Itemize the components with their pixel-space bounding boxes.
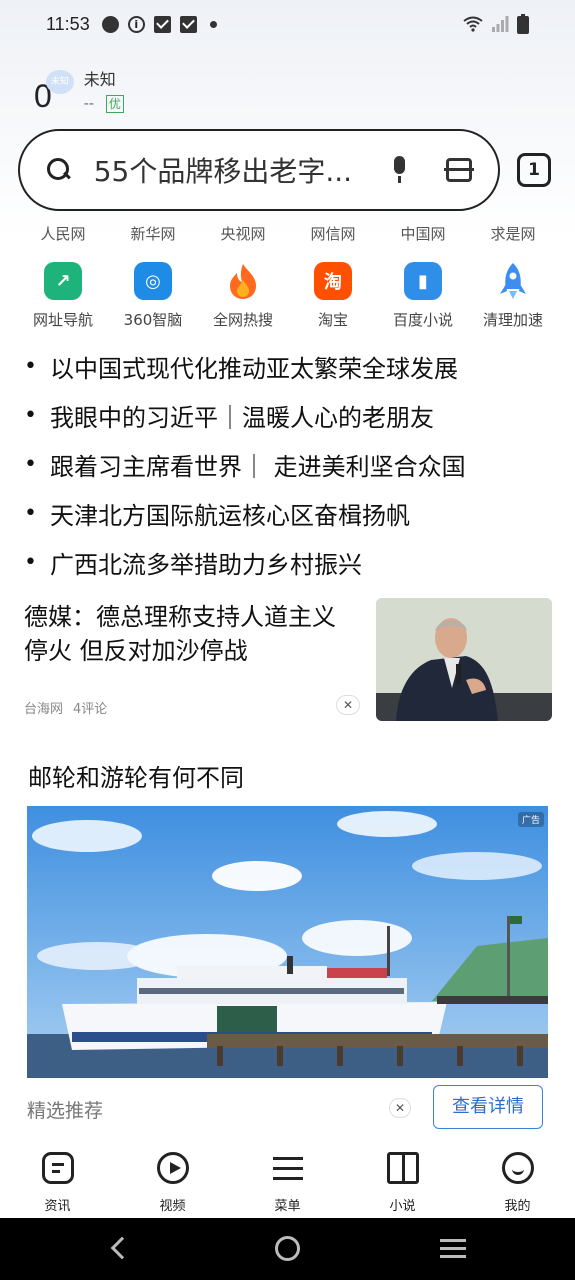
speed-icon (101, 15, 119, 33)
ad-badge: 广告 (517, 812, 544, 827)
quick-link[interactable]: 央视网 (198, 223, 288, 244)
app-label: 网址导航 (32, 311, 93, 329)
app-label: 全网热搜 (212, 311, 273, 329)
app-shortcut[interactable]: 清理加速 (468, 262, 558, 330)
news-source: 台海网 (24, 702, 64, 717)
nav-label: 资讯 (44, 1199, 71, 1214)
nav-label: 我的 (504, 1199, 531, 1214)
book-icon (386, 1152, 419, 1184)
headline-item[interactable]: 以中国式现代化推动亚太繁荣全球发展 (24, 342, 554, 391)
headline-item[interactable]: 我眼中的习近平｜温暖人心的老朋友 (24, 391, 554, 440)
wifi-icon (463, 16, 483, 32)
ai-brain-icon: ◎ (134, 262, 172, 300)
ad-footer-label: 精选推荐 (27, 1100, 104, 1122)
app-label: 淘宝 (317, 311, 348, 329)
back-icon[interactable] (110, 1236, 134, 1260)
quick-link[interactable]: 人民网 (18, 223, 108, 244)
nav-profile[interactable]: 我的 (460, 1140, 575, 1218)
nav-novel[interactable]: 小说 (345, 1140, 460, 1218)
info-icon: i (127, 15, 145, 33)
ad-title[interactable]: 邮轮和游轮有何不同 (28, 758, 244, 793)
news-icon (41, 1152, 74, 1184)
system-navigation-bar (0, 1218, 575, 1280)
app-shortcuts: ↗ 网址导航 ◎ 360智脑 全网热搜 淘 淘宝 ▮ 百度小说 清理加速 (18, 262, 558, 330)
nav-label: 菜单 (274, 1199, 301, 1214)
weather-widget[interactable]: 0 未知 未知 -- 优 (34, 68, 124, 118)
headline-item[interactable]: 天津北方国际航运核心区奋楫扬帆 (24, 489, 554, 538)
headline-item[interactable]: 跟着习主席看世界｜ 走进美利坚合众国 (24, 440, 554, 489)
profile-icon (501, 1152, 534, 1184)
taobao-icon: 淘 (314, 262, 352, 300)
nav-news[interactable]: 资讯 (0, 1140, 115, 1218)
compass-icon: ↗ (44, 262, 82, 300)
microphone-icon[interactable] (390, 156, 408, 184)
app-label: 百度小说 (392, 311, 453, 329)
status-bar: 11:53 i (0, 0, 575, 48)
app-shortcut[interactable]: ◎ 360智脑 (108, 262, 198, 330)
quick-links: 人民网 新华网 央视网 网信网 中国网 求是网 (18, 223, 558, 244)
menu-icon (272, 1152, 304, 1184)
weather-icon: 未知 (45, 70, 74, 94)
quick-link[interactable]: 中国网 (378, 223, 468, 244)
search-input[interactable]: 55个品牌移出老字... (94, 150, 371, 190)
signal-icon (492, 16, 509, 32)
weather-condition: 未知 (83, 70, 116, 89)
headline-item[interactable]: 广西北流多举措助力乡村振兴 (24, 538, 554, 587)
nav-video[interactable]: 视频 (115, 1140, 230, 1218)
rocket-icon (494, 262, 532, 300)
air-quality-value: -- (83, 96, 94, 112)
notification-icon (153, 15, 171, 33)
app-shortcut[interactable]: ↗ 网址导航 (18, 262, 108, 330)
home-icon[interactable] (275, 1236, 300, 1261)
tab-count-button[interactable]: 1 (517, 153, 551, 187)
headline-list: 以中国式现代化推动亚太繁荣全球发展 我眼中的习近平｜温暖人心的老朋友 跟着习主席… (24, 342, 554, 587)
app-label: 360智脑 (123, 311, 183, 329)
quick-link[interactable]: 网信网 (288, 223, 378, 244)
notification-icon (179, 15, 197, 33)
view-details-button[interactable]: 查看详情 (433, 1085, 543, 1129)
dismiss-news-button[interactable]: ✕ (336, 695, 360, 715)
app-shortcut[interactable]: ▮ 百度小说 (378, 262, 468, 330)
quick-link[interactable]: 新华网 (108, 223, 198, 244)
nav-label: 视频 (159, 1199, 186, 1214)
bottom-nav: 资讯 视频 菜单 小说 我的 (0, 1140, 575, 1218)
search-icon (46, 157, 72, 183)
quick-link[interactable]: 求是网 (468, 223, 558, 244)
news-card[interactable]: 德媒：德总理称支持人道主义停火 但反对加沙停战 台海网 4评论 ✕ (24, 598, 552, 722)
air-quality-badge: 优 (105, 95, 124, 113)
ad-image[interactable]: 广告 (27, 806, 548, 1078)
video-icon (156, 1152, 189, 1184)
news-meta: 台海网 4评论 (24, 698, 107, 717)
more-notifications-dot (209, 20, 217, 28)
news-title[interactable]: 德媒：德总理称支持人道主义停火 但反对加沙停战 (24, 600, 359, 668)
news-thumbnail[interactable] (376, 598, 552, 721)
news-comments: 4评论 (73, 702, 108, 717)
battery-icon (517, 14, 529, 34)
app-shortcut[interactable]: 淘 淘宝 (288, 262, 378, 330)
app-label: 清理加速 (482, 311, 543, 329)
book-icon: ▮ (404, 262, 442, 300)
nav-label: 小说 (389, 1199, 416, 1214)
search-bar[interactable]: 55个品牌移出老字... (18, 129, 500, 211)
nav-menu[interactable]: 菜单 (230, 1140, 345, 1218)
dismiss-ad-button[interactable]: ✕ (389, 1098, 411, 1118)
flame-icon (224, 262, 262, 300)
recent-apps-icon[interactable] (440, 1239, 466, 1242)
scan-icon[interactable] (444, 158, 474, 182)
status-time: 11:53 (46, 13, 90, 34)
app-shortcut[interactable]: 全网热搜 (198, 262, 288, 330)
